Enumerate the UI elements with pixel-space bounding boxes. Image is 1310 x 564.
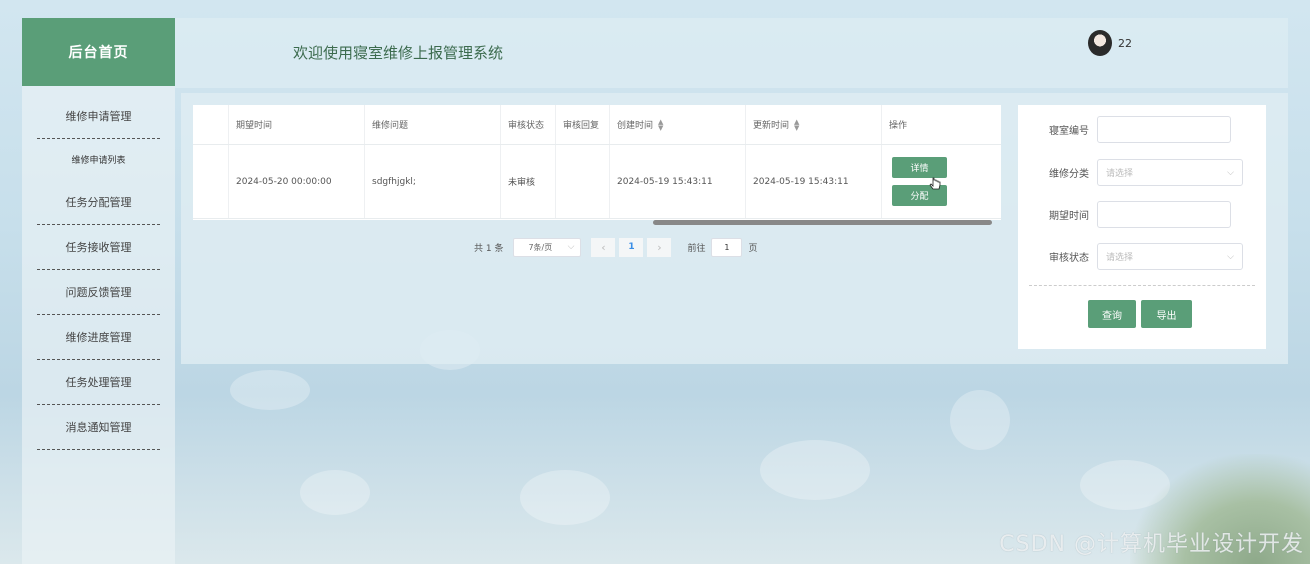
sidebar: 后台首页 维修申请管理 维修申请列表 任务分配管理 任务接收管理 问题反馈管理 … [22, 18, 175, 564]
header: 欢迎使用寝室维修上报管理系统 22 [175, 18, 1288, 88]
goto-label: 前往 [687, 243, 706, 254]
page-title: 欢迎使用寝室维修上报管理系统 [293, 44, 504, 62]
cell-actions: 详情 分配 [882, 145, 1001, 218]
cell-updated-time: 2024-05-19 15:43:11 [746, 145, 882, 218]
sidebar-item-repair-request[interactable]: 维修申请管理 [37, 94, 160, 139]
table-header: 期望时间 维修问题 审核状态 审核回复 创建时间 ▲ ▼ 更新时间 ▲ ▼ 操作 [193, 105, 1001, 145]
sidebar-home[interactable]: 后台首页 [22, 18, 175, 86]
column-header-expected-time: 期望时间 [229, 105, 365, 144]
form-row-category: 维修分类 请选择 ⌵ [1018, 159, 1243, 186]
column-header-review-status: 审核状态 [501, 105, 556, 144]
sidebar-subitem-repair-request-list[interactable]: 维修申请列表 [22, 139, 175, 180]
chevron-down-icon: ⌵ [567, 242, 575, 252]
goto-page-input[interactable] [711, 237, 743, 257]
cell-expected-time: 2024-05-20 00:00:00 [229, 145, 365, 218]
chevron-down-icon: ⌵ [1227, 167, 1234, 178]
page-number-current[interactable]: 1 [619, 237, 644, 257]
repair-category-label: 维修分类 [1049, 169, 1089, 180]
table-horizontal-scrollbar[interactable] [653, 220, 992, 225]
main-panel: 期望时间 维修问题 审核状态 审核回复 创建时间 ▲ ▼ 更新时间 ▲ ▼ 操作 202… [181, 93, 1288, 364]
form-row-review-status: 审核状态 请选择 ⌵ [1018, 243, 1243, 270]
sidebar-item-feedback[interactable]: 问题反馈管理 [37, 270, 160, 315]
sidebar-item-progress[interactable]: 维修进度管理 [37, 315, 160, 360]
sidebar-item-task-receive[interactable]: 任务接收管理 [37, 225, 160, 270]
query-button[interactable]: 查询 [1088, 300, 1136, 328]
expected-time-label: 期望时间 [1049, 211, 1089, 222]
sort-icon[interactable]: ▲ ▼ [794, 118, 799, 131]
chevron-right-icon: › [657, 240, 662, 254]
sidebar-item-task-assign[interactable]: 任务分配管理 [37, 180, 160, 225]
pagination-total: 共 1 条 [474, 243, 504, 254]
chevron-left-icon: ‹ [601, 240, 606, 254]
detail-button[interactable]: 详情 [892, 157, 947, 178]
sort-icon[interactable]: ▲ ▼ [658, 118, 663, 131]
column-header-review-reply: 审核回复 [556, 105, 610, 144]
table-row: 2024-05-20 00:00:00 sdgfhjgkl; 未审核 2024-… [193, 145, 1001, 219]
room-number-input[interactable] [1097, 116, 1231, 143]
column-header-actions: 操作 [889, 121, 908, 131]
mouse-pointer-icon [929, 177, 941, 190]
expected-time-input[interactable] [1097, 201, 1231, 228]
export-button[interactable]: 导出 [1141, 300, 1192, 328]
page-size-select[interactable]: 7条/页 ⌵ [513, 237, 582, 257]
cell-review-status: 未审核 [501, 145, 556, 218]
watermark: CSDN @计算机毕业设计开发 [999, 532, 1304, 557]
sidebar-item-notifications[interactable]: 消息通知管理 [37, 405, 160, 450]
table-header-select [193, 105, 229, 144]
divider [1029, 285, 1255, 286]
user-name[interactable]: 22 [1118, 37, 1132, 50]
prev-page-button[interactable]: ‹ [591, 237, 616, 257]
cell-created-time: 2024-05-19 15:43:11 [610, 145, 746, 218]
chevron-down-icon: ⌵ [1227, 251, 1234, 262]
cell-problem: sdgfhjgkl; [365, 145, 501, 218]
form-row-room: 寝室编号 [1018, 116, 1231, 143]
column-header-created-time[interactable]: 创建时间 ▲ ▼ [610, 105, 746, 144]
column-header-updated-time[interactable]: 更新时间 ▲ ▼ [746, 105, 882, 144]
next-page-button[interactable]: › [647, 237, 672, 257]
room-number-label: 寝室编号 [1049, 126, 1089, 137]
review-status-label: 审核状态 [1049, 253, 1089, 264]
user-avatar-icon[interactable] [1088, 30, 1112, 56]
pagination: 共 1 条 7条/页 ⌵ ‹ 1 › 前往 页 [474, 237, 757, 257]
review-status-select[interactable]: 请选择 ⌵ [1097, 243, 1243, 270]
cell-review-reply [556, 145, 610, 218]
row-select-cell [193, 145, 229, 218]
data-table: 期望时间 维修问题 审核状态 审核回复 创建时间 ▲ ▼ 更新时间 ▲ ▼ 操作 202… [193, 105, 1001, 220]
page-unit-label: 页 [748, 243, 758, 254]
search-panel: 寝室编号 维修分类 请选择 ⌵ 期望时间 审核状态 请选择 ⌵ 查询 导出 [1018, 105, 1266, 349]
column-header-problem: 维修问题 [365, 105, 501, 144]
sidebar-item-task-handle[interactable]: 任务处理管理 [37, 360, 160, 405]
form-row-expected-time: 期望时间 [1018, 201, 1231, 228]
repair-category-select[interactable]: 请选择 ⌵ [1097, 159, 1243, 186]
